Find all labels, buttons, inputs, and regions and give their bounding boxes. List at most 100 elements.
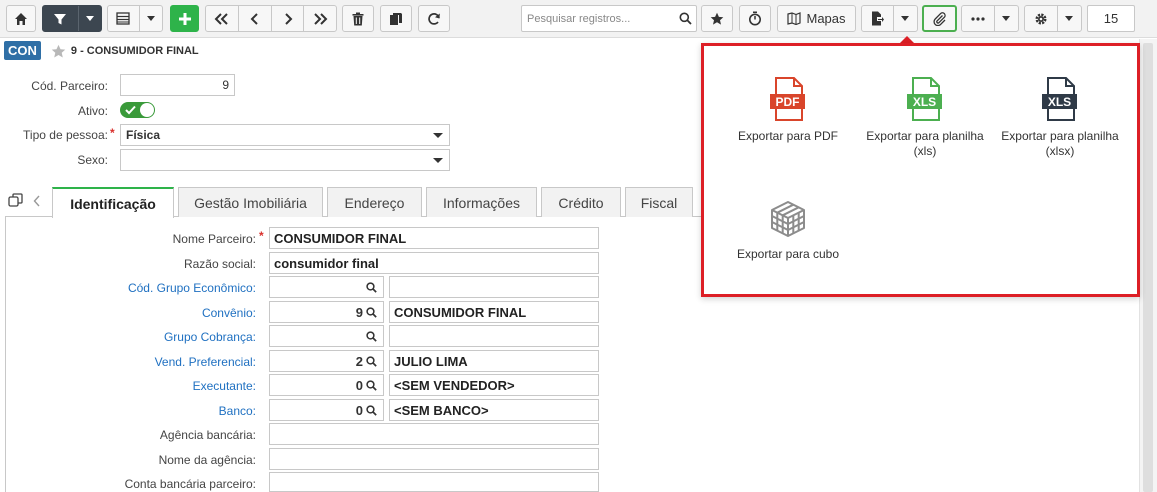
convenio-code-field[interactable]: 9 xyxy=(269,301,384,323)
export-xls-label: Exportar para planilha (xls) xyxy=(866,129,984,158)
chevron-left-icon[interactable] xyxy=(33,195,41,207)
trash-icon xyxy=(352,12,364,25)
chevron-right-icon xyxy=(285,12,293,25)
tab-fiscal[interactable]: Fiscal xyxy=(625,187,693,217)
chevron-down-icon xyxy=(901,16,910,21)
next-record-button[interactable] xyxy=(270,6,304,31)
search-icon[interactable] xyxy=(366,306,377,318)
scrollbar-thumb[interactable] xyxy=(1143,43,1153,492)
filter-icon xyxy=(54,13,67,24)
banco-desc-field[interactable]: <SEM BANCO> xyxy=(389,399,599,421)
refresh-button[interactable] xyxy=(418,5,450,32)
tab-tools xyxy=(8,193,41,208)
export-xlsx-option[interactable]: XLS Exportar para planilha (xlsx) xyxy=(990,77,1130,159)
export-pdf-option[interactable]: PDF Exportar para PDF xyxy=(718,77,858,144)
vend-preferencial-label[interactable]: Vend. Preferencial: xyxy=(155,355,256,369)
content-border xyxy=(5,216,6,492)
executante-desc-field[interactable]: <SEM VENDEDOR> xyxy=(389,374,599,396)
vertical-scrollbar[interactable] xyxy=(1139,39,1157,492)
cod-parceiro-field[interactable]: 9 xyxy=(120,74,235,96)
search-icon[interactable] xyxy=(366,281,377,293)
settings-dropdown-button[interactable] xyxy=(1056,6,1081,31)
previous-record-button[interactable] xyxy=(238,6,271,31)
export-xls-option[interactable]: XLS Exportar para planilha (xls) xyxy=(855,77,995,159)
filter-button-group[interactable] xyxy=(42,5,102,32)
nome-parceiro-label: Nome Parceiro: xyxy=(172,232,256,246)
tab-endereco[interactable]: Endereço xyxy=(327,187,422,217)
nome-parceiro-field[interactable]: CONSUMIDOR FINAL xyxy=(269,227,599,249)
ellipsis-icon xyxy=(971,16,985,21)
ativo-toggle[interactable] xyxy=(120,102,155,118)
attachment-button[interactable] xyxy=(922,5,957,32)
tipo-pessoa-select[interactable]: Física xyxy=(120,124,450,146)
grid-view-button[interactable] xyxy=(108,6,139,31)
tab-gestao-imobiliaria[interactable]: Gestão Imobiliária xyxy=(178,187,323,217)
delete-button[interactable] xyxy=(342,5,374,32)
xls-file-icon: XLS xyxy=(907,77,942,121)
razao-social-field[interactable]: consumidor final xyxy=(269,252,599,274)
favorite-button[interactable] xyxy=(701,5,733,32)
export-cube-option[interactable]: Exportar para cubo xyxy=(718,199,858,262)
duplicate-button[interactable] xyxy=(380,5,412,32)
vend-preferencial-code-field[interactable]: 2 xyxy=(269,350,384,372)
executante-label[interactable]: Executante: xyxy=(193,379,256,393)
grupo-cobranca-code-field[interactable] xyxy=(269,325,384,347)
export-dropdown-button[interactable] xyxy=(892,6,917,31)
convenio-desc-field[interactable]: CONSUMIDOR FINAL xyxy=(389,301,599,323)
more-options-button[interactable] xyxy=(962,6,994,31)
agencia-field[interactable] xyxy=(269,423,599,445)
grupo-economico-desc-field[interactable] xyxy=(389,276,599,298)
add-record-button[interactable] xyxy=(170,5,199,32)
grupo-economico-code-field[interactable] xyxy=(269,276,384,298)
tab-informacoes[interactable]: Informações xyxy=(426,187,537,217)
vend-preferencial-desc-field[interactable]: JULIO LIMA xyxy=(389,350,599,372)
convenio-label[interactable]: Convênio: xyxy=(202,306,256,320)
star-outline-icon[interactable] xyxy=(51,44,66,59)
required-marker: * xyxy=(259,229,264,243)
chevron-down-icon xyxy=(433,133,443,138)
entity-badge: CON xyxy=(4,41,41,60)
settings-button-group[interactable] xyxy=(1024,5,1082,32)
page-size-field[interactable]: 15 xyxy=(1087,5,1135,32)
banco-label[interactable]: Banco: xyxy=(219,404,256,418)
banco-code: 0 xyxy=(355,402,363,418)
search-icon[interactable] xyxy=(366,330,377,342)
timer-button[interactable] xyxy=(739,5,771,32)
tab-credito[interactable]: Crédito xyxy=(541,187,621,217)
search-icon[interactable] xyxy=(366,379,377,391)
more-options-button-group[interactable] xyxy=(961,5,1019,32)
xls-icon-text: XLS xyxy=(913,95,936,109)
sexo-select[interactable] xyxy=(120,149,450,171)
double-chevron-right-icon xyxy=(314,12,328,25)
search-icon[interactable] xyxy=(366,404,377,416)
plus-icon xyxy=(178,12,191,25)
grupo-cobranca-label[interactable]: Grupo Cobrança: xyxy=(164,330,256,344)
export-button-group[interactable] xyxy=(861,5,918,32)
xlsx-file-icon: XLS xyxy=(1042,77,1077,121)
grupo-cobranca-desc-field[interactable] xyxy=(389,325,599,347)
banco-code-field[interactable]: 0 xyxy=(269,399,384,421)
search-input[interactable] xyxy=(522,6,672,31)
filter-dropdown-button[interactable] xyxy=(77,6,101,31)
grid-view-dropdown-button[interactable] xyxy=(138,6,162,31)
search-icon[interactable] xyxy=(679,12,692,25)
export-button[interactable] xyxy=(862,6,893,31)
grupo-economico-label[interactable]: Cód. Grupo Econômico: xyxy=(128,281,256,295)
last-record-button[interactable] xyxy=(303,6,336,31)
nome-agencia-label: Nome da agência: xyxy=(158,453,256,467)
executante-code-field[interactable]: 0 xyxy=(269,374,384,396)
maps-button[interactable]: Mapas xyxy=(777,5,856,32)
home-button[interactable] xyxy=(6,5,36,32)
conta-bancaria-field[interactable] xyxy=(269,472,599,492)
grid-view-button-group[interactable] xyxy=(107,5,163,32)
record-header: CON 9 - CONSUMIDOR FINAL xyxy=(0,39,199,62)
window-restore-icon[interactable] xyxy=(8,193,23,208)
nome-agencia-field[interactable] xyxy=(269,448,599,470)
filter-button[interactable] xyxy=(43,6,78,31)
tab-identificacao[interactable]: Identificação xyxy=(52,187,174,218)
more-options-dropdown-button[interactable] xyxy=(993,6,1018,31)
first-record-button[interactable] xyxy=(206,6,238,31)
tipo-pessoa-label: Tipo de pessoa: xyxy=(23,128,108,142)
search-icon[interactable] xyxy=(366,355,377,367)
settings-button[interactable] xyxy=(1025,6,1057,31)
